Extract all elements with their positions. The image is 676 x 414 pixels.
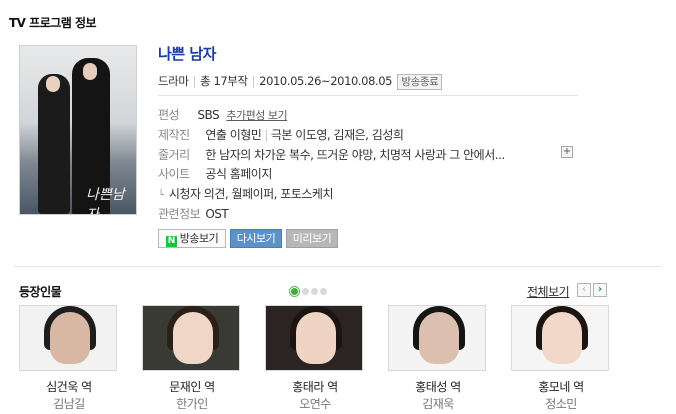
- show-poster[interactable]: 나쁜남자: [19, 45, 137, 215]
- cast-actor-link[interactable]: 오연수: [265, 395, 365, 412]
- genre-text: 드라마: [158, 74, 189, 88]
- writers-link[interactable]: 극본 이도영, 김재은, 김성희: [271, 128, 404, 142]
- cast-card[interactable]: 문재인 역 한가인: [142, 305, 242, 411]
- cast-photo[interactable]: [388, 305, 486, 371]
- cast-role-link[interactable]: 홍태라 역: [265, 378, 365, 395]
- cast-actor-link[interactable]: 김남길: [19, 395, 119, 412]
- sub-arrow-icon: └: [158, 190, 164, 201]
- cast-photo[interactable]: [19, 305, 117, 371]
- poster-figure-female: [38, 74, 70, 214]
- cast-role-link[interactable]: 홍태성 역: [388, 378, 488, 395]
- pagination-dot[interactable]: [289, 286, 300, 297]
- official-site-link[interactable]: 공식 홈페이지: [205, 167, 272, 181]
- cast-photo[interactable]: [265, 305, 363, 371]
- show-title-link[interactable]: 나쁜 남자: [158, 43, 216, 64]
- cast-actor-link[interactable]: 정소민: [511, 395, 611, 412]
- meta-divider: [158, 95, 578, 96]
- pagination-dot[interactable]: [320, 288, 327, 295]
- cast-actor-link[interactable]: 한가인: [142, 395, 242, 412]
- network-value: SBS: [197, 108, 220, 122]
- prev-page-button[interactable]: ‹: [577, 283, 591, 297]
- episodes-text: 총 17부작: [200, 74, 248, 88]
- info-row-related: 관련정보 OST: [158, 205, 229, 222]
- cast-actor-link[interactable]: 김재욱: [388, 395, 488, 412]
- cast-photo-face: [50, 312, 90, 364]
- show-meta-row: 드라마 | 총 17부작 | 2010.05.26~2010.08.05 방송종료: [158, 73, 443, 90]
- info-row-network: 편성 SBS 추가편성 보기: [158, 106, 288, 123]
- director-link[interactable]: 연출 이형민: [205, 128, 262, 142]
- more-schedule-link[interactable]: 추가편성 보기: [226, 109, 287, 122]
- poster-face-female: [46, 76, 60, 92]
- related-label: 관련정보: [158, 207, 201, 221]
- synopsis-expand-button[interactable]: +: [561, 146, 573, 158]
- view-all-link[interactable]: 전체보기: [527, 283, 570, 300]
- replay-button[interactable]: 다시보기: [230, 229, 282, 248]
- poster-logo: 나쁜남자: [86, 187, 125, 215]
- cast-role-link[interactable]: 문재인 역: [142, 378, 242, 395]
- network-label: 편성: [158, 108, 180, 122]
- synopsis-text: 한 남자의 차가운 복수, 뜨거운 야망, 치명적 사랑과 그 안에서...: [205, 148, 505, 162]
- pagination-dot[interactable]: [311, 288, 318, 295]
- cast-card[interactable]: 홍태성 역 김재욱: [388, 305, 488, 411]
- preview-button[interactable]: 미리보기: [286, 229, 338, 248]
- cast-photo[interactable]: [511, 305, 609, 371]
- cast-photo-face: [542, 312, 582, 364]
- watch-broadcast-button[interactable]: N 방송보기: [158, 229, 226, 248]
- cast-card[interactable]: 심건욱 역 김남길: [19, 305, 119, 411]
- site-label: 사이트: [158, 167, 190, 181]
- cast-card[interactable]: 홍모네 역 정소민: [511, 305, 611, 411]
- crew-label: 제작진: [158, 128, 190, 142]
- synopsis-label: 줄거리: [158, 148, 190, 162]
- info-row-site: 사이트 공식 홈페이지: [158, 165, 272, 182]
- poster-face-male: [83, 63, 97, 80]
- site-sub-links[interactable]: 시청자 의견, 월페이퍼, 포토스케치: [169, 187, 334, 201]
- pagination-dots[interactable]: [289, 284, 329, 297]
- info-row-synopsis: 줄거리 한 남자의 차가운 복수, 뜨거운 야망, 치명적 사랑과 그 안에서.…: [158, 146, 505, 163]
- cast-photo-face: [296, 312, 336, 364]
- info-row-site-sub: └ 시청자 의견, 월페이퍼, 포토스케치: [158, 185, 334, 202]
- section-divider: [14, 266, 662, 267]
- info-row-crew: 제작진 연출 이형민 | 극본 이도영, 김재은, 김성희: [158, 128, 404, 142]
- cast-photo-face: [419, 312, 459, 364]
- cast-role-link[interactable]: 심건욱 역: [19, 378, 119, 395]
- cast-photo[interactable]: [142, 305, 240, 371]
- cast-role-link[interactable]: 홍모네 역: [511, 378, 611, 395]
- naver-n-icon: N: [165, 236, 177, 247]
- broadcast-dates: 2010.05.26~2010.08.05: [259, 74, 393, 88]
- watch-label: 방송보기: [179, 232, 219, 245]
- section-title: TV 프로그램 정보: [9, 16, 97, 30]
- cast-section-title: 등장인물: [19, 285, 62, 299]
- cast-photo-face: [173, 312, 213, 364]
- ost-link[interactable]: OST: [205, 207, 228, 221]
- next-page-button[interactable]: ›: [593, 283, 607, 297]
- cast-card[interactable]: 홍태라 역 오연수: [265, 305, 365, 411]
- status-badge: 방송종료: [397, 74, 443, 90]
- pagination-dot[interactable]: [302, 288, 309, 295]
